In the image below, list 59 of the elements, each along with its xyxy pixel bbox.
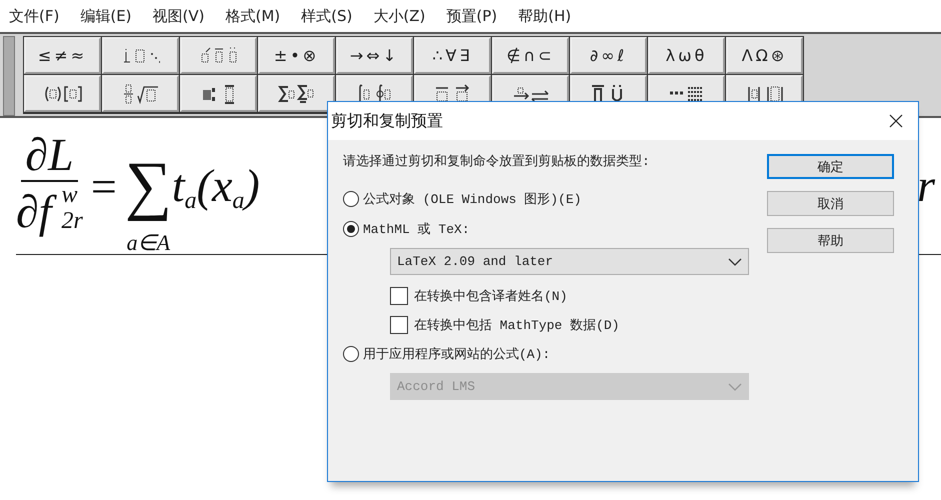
radio-label: 公式对象 (OLE Windows 图形)(E) <box>363 191 582 208</box>
dialog-button[interactable]: 取消 <box>767 191 894 216</box>
menu-item[interactable]: 视图(V) <box>148 6 212 26</box>
dropdown[interactable]: LaTeX 2.09 and later <box>390 248 749 275</box>
math-text: a <box>184 189 197 213</box>
radio-button[interactable] <box>343 346 359 362</box>
summation-template-icon <box>278 84 316 104</box>
absolute-template-icon <box>746 84 784 104</box>
math-text: ∑ <box>124 148 172 224</box>
checkbox-label: 在转换中包括 MathType 数据(D) <box>414 317 620 334</box>
close-icon <box>889 114 903 128</box>
checkbox-label: 在转换中包含译者姓名(N) <box>414 288 568 305</box>
bracket-template-icon <box>44 84 82 104</box>
menu-item[interactable]: 编辑(E) <box>75 6 140 26</box>
chevron-down-icon <box>728 382 742 390</box>
dialog-title: 剪切和复制预置 <box>331 110 443 132</box>
radio-label: 用于应用程序或网站的公式(A): <box>363 346 550 363</box>
math-text: ( <box>196 161 212 211</box>
template-palette-button[interactable] <box>102 75 179 112</box>
template-palette-button[interactable] <box>180 75 257 112</box>
accent-template-icon <box>200 46 238 66</box>
template-palette-button[interactable] <box>180 37 257 74</box>
math-text: ) <box>244 161 260 211</box>
menu-item[interactable]: 大小(Z) <box>368 6 434 26</box>
chevron-down-icon <box>728 258 742 266</box>
math-text: ∂f <box>16 182 62 242</box>
checkbox[interactable] <box>390 287 408 305</box>
symbol-palette-button[interactable]: ≤≠≈ <box>24 37 101 74</box>
symbol-palette-button[interactable]: ∂∞ℓ <box>570 37 647 74</box>
overbar-template-icon <box>434 84 472 104</box>
math-text: = <box>90 160 117 212</box>
menu-item[interactable]: 格式(M) <box>220 6 288 26</box>
menu-item[interactable]: 预置(P) <box>441 6 506 26</box>
math-text: w <box>62 182 79 208</box>
dialog-button[interactable]: 确定 <box>767 154 894 179</box>
checkbox[interactable] <box>390 316 408 334</box>
math-text: r <box>917 159 936 213</box>
symbol-palette-button[interactable]: λωθ <box>648 37 725 74</box>
math-text: t <box>172 161 185 211</box>
math-text: 2r <box>62 208 83 234</box>
prompt-text: 请选择通过剪切和复制命令放置到剪贴板的数据类型: <box>343 154 651 170</box>
menu-item[interactable]: 文件(F) <box>4 6 68 26</box>
template-palette-button[interactable] <box>258 75 335 112</box>
symbol-palette-button[interactable]: ∉∩⊂ <box>492 37 569 74</box>
radio-label: MathML 或 TeX: <box>363 221 470 238</box>
dialog-button[interactable]: 帮助 <box>767 228 894 253</box>
symbol-palette-button[interactable]: ΛΩ⊛ <box>726 37 803 74</box>
menu-item[interactable]: 帮助(H) <box>513 6 580 26</box>
math-text: ∂L <box>21 130 78 182</box>
toolbar-grip[interactable] <box>3 36 15 116</box>
menu-item[interactable]: 样式(S) <box>296 6 360 26</box>
template-palette-button[interactable] <box>24 75 101 112</box>
fraction-root-template-icon <box>122 84 160 104</box>
symbol-palette-button[interactable]: ±•⊗ <box>258 37 335 74</box>
math-text: a∈A <box>126 231 170 255</box>
symbol-palette-button[interactable]: →⇔↓ <box>336 37 413 74</box>
radio-button[interactable] <box>343 191 359 207</box>
radio-button[interactable] <box>343 221 359 237</box>
symbol-palette-button[interactable]: ∴∀∃ <box>414 37 491 74</box>
